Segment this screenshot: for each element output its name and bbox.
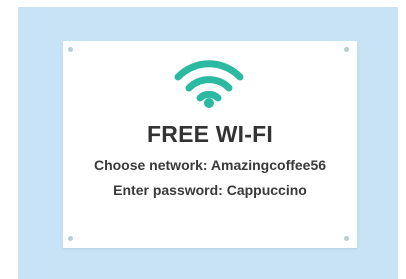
screw-icon	[344, 236, 349, 241]
network-line: Choose network: Amazingcoffee56	[93, 157, 327, 173]
wifi-icon	[174, 60, 244, 108]
screw-icon	[344, 47, 349, 52]
sign-title: FREE WI-FI	[147, 121, 273, 147]
password-line: Enter password: Cappuccino	[113, 182, 307, 198]
screw-icon	[68, 47, 73, 52]
wifi-sign: FREE WI-FI Choose network: Amazingcoffee…	[63, 41, 357, 248]
screw-icon	[68, 236, 73, 241]
